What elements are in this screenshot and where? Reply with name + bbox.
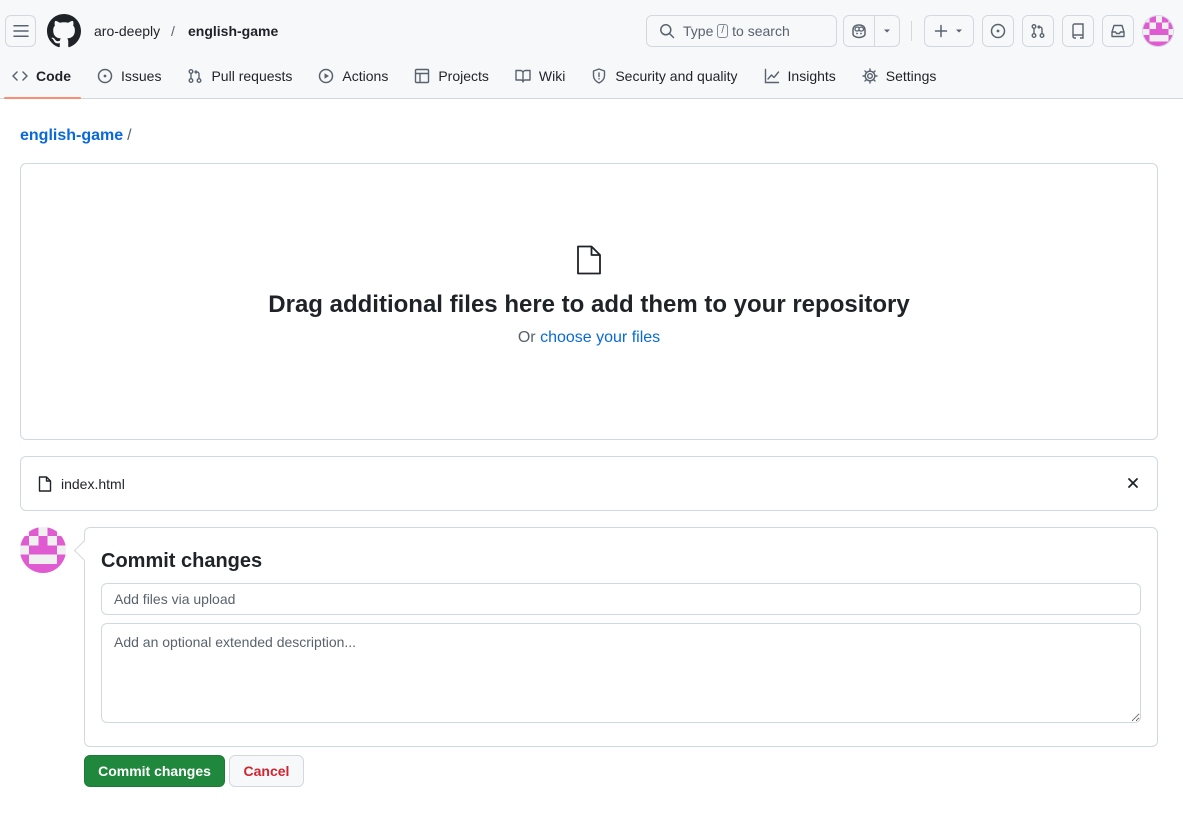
gear-icon (862, 68, 878, 84)
commit-changes-button[interactable]: Commit changes (84, 755, 225, 787)
caret-down-icon (956, 29, 962, 33)
pull-request-icon (1031, 24, 1045, 38)
file-icon (38, 475, 52, 492)
drop-zone-title: Drag additional files here to add them t… (268, 291, 910, 318)
github-logo-icon[interactable] (47, 14, 81, 48)
tab-label: Pull requests (211, 68, 293, 84)
user-avatar[interactable] (1142, 15, 1174, 47)
tab-label: Settings (885, 68, 937, 84)
your-pull-requests-button[interactable] (1022, 15, 1054, 47)
tab-security[interactable]: Security and quality (579, 62, 749, 90)
hamburger-icon (12, 25, 29, 37)
choose-files-link[interactable]: choose your files (540, 329, 660, 346)
plus-icon (934, 24, 948, 38)
menu-button[interactable] (5, 15, 36, 47)
repo-nav: Code Issues Pull requests Actions Projec… (0, 62, 950, 99)
tab-projects[interactable]: Projects (402, 62, 501, 90)
repo-path-separator: / (171, 23, 175, 39)
commit-form-title: Commit changes (101, 550, 263, 572)
commit-summary-input[interactable] (101, 583, 1141, 615)
breadcrumb-repo-link[interactable]: english-game (20, 127, 123, 144)
commit-form: Commit changes (84, 527, 1158, 747)
search-icon (660, 24, 675, 39)
tab-issues[interactable]: Issues (85, 62, 173, 90)
tab-label: Security and quality (615, 68, 738, 84)
tab-label: Projects (438, 68, 489, 84)
issue-icon (990, 23, 1006, 39)
search-prefix: Type (683, 23, 714, 39)
search-shortcut-key: / (717, 24, 729, 38)
tab-code[interactable]: Code (0, 62, 83, 99)
issue-icon (97, 68, 113, 84)
commit-author-avatar (20, 527, 66, 573)
file-icon (577, 245, 601, 275)
tab-label: Actions (342, 68, 389, 84)
table-icon (415, 68, 430, 84)
tab-label: Code (36, 68, 71, 84)
drop-zone-or-text: Or (517, 329, 536, 346)
tab-actions[interactable]: Actions (306, 62, 400, 90)
app-header: aro-deeply / english-game Type / to sear… (0, 0, 1183, 99)
tab-label: Issues (121, 68, 162, 84)
header-divider (911, 21, 912, 41)
copilot-icon (852, 24, 866, 39)
search-input[interactable]: Type / to search (646, 15, 837, 47)
tab-label: Insights (787, 68, 836, 84)
repo-owner-link[interactable]: aro-deeply (94, 22, 160, 40)
shield-icon (593, 68, 606, 84)
graph-icon (764, 68, 779, 84)
uploaded-file-name: index.html (61, 475, 125, 492)
book-icon (515, 69, 531, 83)
cancel-button[interactable]: Cancel (229, 755, 304, 787)
your-issues-button[interactable] (982, 15, 1014, 47)
copilot-button[interactable] (844, 16, 875, 46)
code-icon (12, 71, 28, 81)
breadcrumb-separator: / (127, 127, 132, 144)
repositories-button[interactable] (1062, 15, 1094, 47)
tab-settings[interactable]: Settings (850, 62, 949, 90)
repo-icon (1072, 23, 1084, 39)
close-icon[interactable] (1126, 476, 1140, 490)
identicon-avatar-icon (1143, 16, 1173, 46)
identicon-avatar-icon (20, 527, 66, 573)
caret-down-icon (884, 29, 890, 33)
repo-name-link[interactable]: english-game (188, 22, 278, 40)
play-icon (319, 68, 334, 84)
commit-description-input[interactable] (101, 623, 1141, 723)
inbox-button[interactable] (1102, 15, 1134, 47)
copilot-button-group (843, 15, 900, 47)
copilot-dropdown-button[interactable] (875, 16, 899, 46)
tab-label: Wiki (538, 68, 566, 84)
drop-zone-subtitle: Or choose your files (20, 328, 1158, 348)
uploaded-file-row: index.html (20, 456, 1158, 511)
create-new-button[interactable] (924, 15, 974, 47)
search-suffix: to search (732, 23, 790, 39)
tab-pull-requests[interactable]: Pull requests (175, 62, 304, 90)
breadcrumb: english-game / (20, 126, 132, 146)
tab-wiki[interactable]: Wiki (503, 62, 577, 90)
inbox-icon (1111, 24, 1125, 38)
pull-request-icon (188, 69, 202, 83)
tab-insights[interactable]: Insights (752, 62, 848, 90)
